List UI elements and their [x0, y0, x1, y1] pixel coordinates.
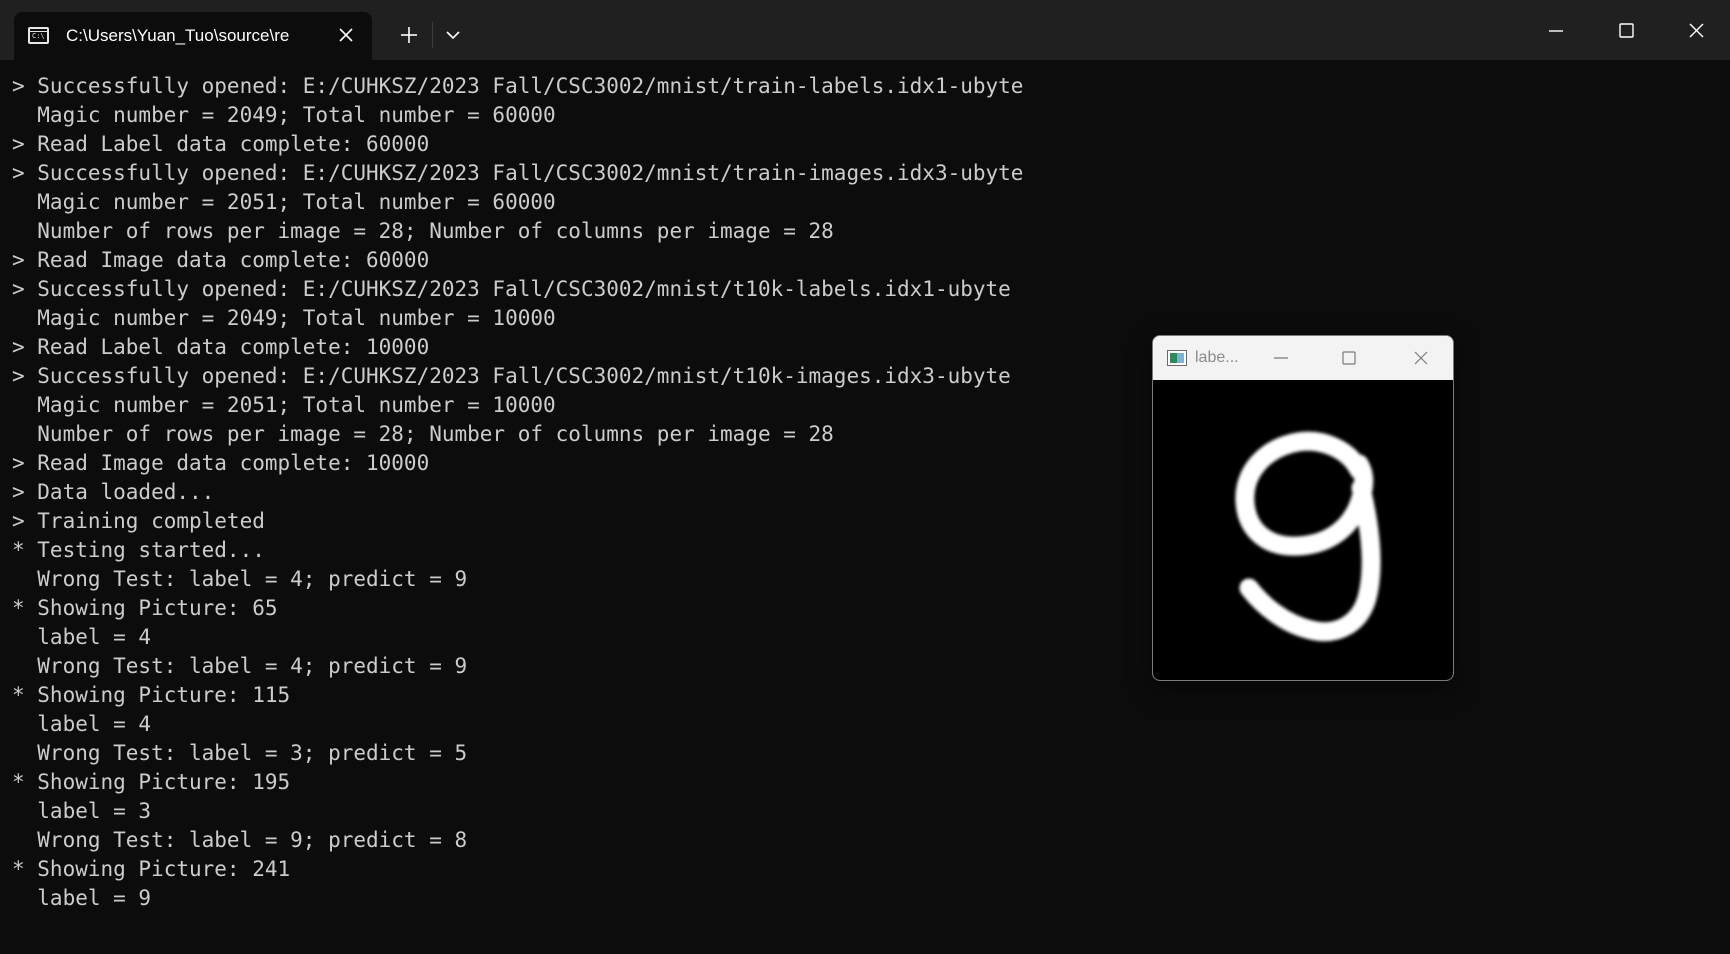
terminal-line: Magic number = 2051; Total number = 1000… — [12, 393, 556, 417]
terminal-line: * Showing Picture: 195 — [12, 770, 291, 794]
terminal-line: Magic number = 2051; Total number = 6000… — [12, 190, 556, 214]
terminal-line: Wrong Test: label = 4; predict = 9 — [12, 654, 468, 678]
maximize-button[interactable] — [1592, 0, 1660, 60]
terminal-line: > Data loaded... — [12, 480, 215, 504]
terminal-line: * Showing Picture: 65 — [12, 596, 278, 620]
terminal-line: > Successfully opened: E:/CUHKSZ/2023 Fa… — [12, 161, 1024, 185]
terminal-line: > Successfully opened: E:/CUHKSZ/2023 Fa… — [12, 74, 1024, 98]
terminal-line: > Read Label data complete: 60000 — [12, 132, 430, 156]
image-window-title: labe... — [1195, 349, 1239, 366]
terminal-line: Wrong Test: label = 9; predict = 8 — [12, 828, 468, 852]
tab-dropdown-button[interactable] — [436, 18, 470, 52]
image-canvas: handwritten digit 9 — [1153, 380, 1453, 680]
divider — [432, 22, 433, 48]
tab-title: C:\Users\Yuan_Tuo\source\re — [66, 26, 290, 45]
new-tab-button[interactable] — [392, 18, 426, 52]
terminal-line: > Successfully opened: E:/CUHKSZ/2023 Fa… — [12, 277, 1011, 301]
terminal-line: > Successfully opened: E:/CUHKSZ/2023 Fa… — [12, 364, 1011, 388]
terminal-line: Wrong Test: label = 3; predict = 5 — [12, 741, 468, 765]
image-window-title-bar[interactable]: labe... — [1153, 336, 1453, 380]
terminal-icon: C:\ — [28, 27, 49, 44]
close-window-button[interactable] — [1662, 0, 1730, 60]
close-icon — [1689, 23, 1704, 38]
terminal-line: Magic number = 2049; Total number = 1000… — [12, 306, 556, 330]
image-window-minimize-button[interactable] — [1261, 342, 1301, 374]
terminal-line: > Read Image data complete: 10000 — [12, 451, 430, 475]
tab-terminal[interactable]: C:\ C:\Users\Yuan_Tuo\source\re — [14, 12, 372, 60]
close-icon — [339, 28, 353, 42]
image-icon — [1167, 350, 1187, 366]
maximize-icon — [1619, 23, 1634, 38]
terminal-line: Magic number = 2049; Total number = 6000… — [12, 103, 556, 127]
terminal-line: > Read Label data complete: 10000 — [12, 335, 430, 359]
terminal-line: * Testing started... — [12, 538, 265, 562]
minimize-button[interactable] — [1522, 0, 1590, 60]
terminal-line: Number of rows per image = 28; Number of… — [12, 219, 834, 243]
terminal-line: label = 4 — [12, 625, 152, 649]
tab-close-button[interactable] — [332, 21, 360, 49]
title-bar: C:\ C:\Users\Yuan_Tuo\source\re — [0, 0, 1730, 60]
image-window[interactable]: labe... handwritten digit 9 — [1152, 335, 1454, 681]
terminal-line: Wrong Test: label = 4; predict = 9 — [12, 567, 468, 591]
minimize-icon — [1274, 357, 1288, 359]
terminal-output[interactable]: > Successfully opened: E:/CUHKSZ/2023 Fa… — [12, 72, 1162, 913]
close-icon — [1414, 351, 1428, 365]
chevron-down-icon — [446, 31, 460, 40]
digit-nine-image — [1235, 431, 1381, 642]
terminal-line: label = 9 — [12, 886, 152, 910]
terminal-line: label = 4 — [12, 712, 152, 736]
maximize-icon — [1342, 351, 1356, 365]
terminal-line: * Showing Picture: 115 — [12, 683, 291, 707]
image-window-maximize-button[interactable] — [1329, 342, 1369, 374]
minimize-icon — [1549, 30, 1563, 32]
terminal-line: > Training completed — [12, 509, 265, 533]
image-window-close-button[interactable] — [1401, 342, 1441, 374]
terminal-line: > Read Image data complete: 60000 — [12, 248, 430, 272]
plus-icon — [401, 27, 417, 43]
terminal-line: * Showing Picture: 241 — [12, 857, 291, 881]
terminal-window: C:\ C:\Users\Yuan_Tuo\source\re > Succes… — [0, 0, 1730, 954]
terminal-line: Number of rows per image = 28; Number of… — [12, 422, 834, 446]
terminal-line: label = 3 — [12, 799, 152, 823]
